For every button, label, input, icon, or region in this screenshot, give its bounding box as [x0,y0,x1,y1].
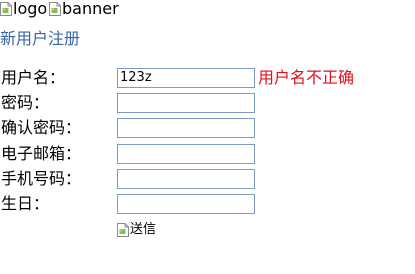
logo-alt-text: logo [13,0,48,18]
broken-image-icon [117,223,129,237]
username-input[interactable] [117,68,255,88]
confirm-password-input[interactable] [117,118,255,138]
new-user-register-link[interactable]: 新用户注册 [0,29,80,49]
broken-image-icon [49,2,61,16]
banner-image: banner [49,0,119,18]
banner-alt-text: banner [62,0,119,18]
username-error-message: 用户名不正确 [258,68,355,87]
broken-image-icon [0,2,12,16]
password-label: 密码： [1,93,50,112]
confirm-password-label: 确认密码： [1,118,82,137]
submit-alt-text: 送信 [130,222,157,237]
password-input[interactable] [117,93,255,113]
email-input[interactable] [117,144,255,164]
birthday-input[interactable] [117,194,255,214]
email-label: 电子邮箱： [1,144,82,163]
phone-label: 手机号码： [1,169,82,188]
phone-input[interactable] [117,169,255,189]
submit-image-button[interactable]: 送信 [117,221,156,239]
logo-image: logo [0,0,47,18]
birthday-label: 生日： [1,194,50,213]
username-label: 用户名： [1,68,66,87]
